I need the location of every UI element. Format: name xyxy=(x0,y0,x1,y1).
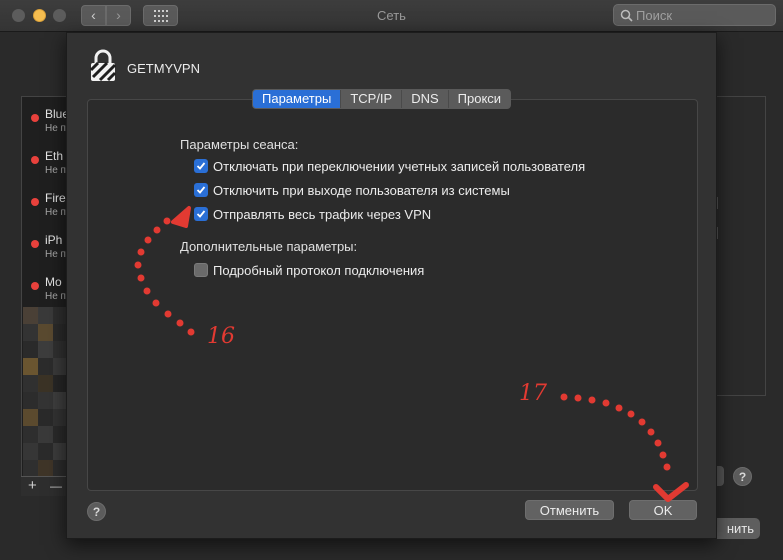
disconnect-on-user-switch-option[interactable]: Отключать при переключении учетных запис… xyxy=(194,158,585,174)
step-number-16: 16 xyxy=(207,324,235,349)
title-bar: ‹ › Сеть xyxy=(0,0,783,32)
checkmark-icon xyxy=(196,186,206,194)
help-button[interactable]: ? xyxy=(87,502,106,521)
service-list[interactable]: Blue Не п Eth Не п Fire Не п iPh Не п Mo… xyxy=(21,96,68,496)
service-item[interactable]: Mo Не п xyxy=(22,269,68,311)
list-toolbar: + — xyxy=(21,476,68,496)
background-button-edge xyxy=(716,466,724,486)
send-all-traffic-option[interactable]: Отправлять весь трафик через VPN xyxy=(194,206,431,222)
status-dot xyxy=(31,114,39,122)
status-dot xyxy=(31,240,39,248)
tab-bar: Параметры TCP/IP DNS Прокси xyxy=(252,89,512,109)
tab-options[interactable]: Параметры xyxy=(253,90,341,108)
remove-service-button[interactable]: — xyxy=(50,479,62,493)
checkbox-checked[interactable] xyxy=(194,183,208,197)
status-dot xyxy=(31,198,39,206)
ok-button[interactable]: OK xyxy=(629,500,697,520)
vpn-settings-sheet: GETMYVPN Параметры TCP/IP DNS Прокси Пар… xyxy=(66,32,717,539)
checkbox-unchecked[interactable] xyxy=(194,263,208,277)
tab-proxy[interactable]: Прокси xyxy=(447,90,511,108)
service-item[interactable]: Fire Не п xyxy=(22,185,68,227)
pixelated-area xyxy=(23,307,68,477)
session-options-header: Параметры сеанса: xyxy=(180,137,299,152)
service-item[interactable]: iPh Не п xyxy=(22,227,68,269)
advanced-options-header: Дополнительные параметры: xyxy=(180,239,358,254)
search-input[interactable] xyxy=(636,7,771,23)
disconnect-on-logout-option[interactable]: Отключить при выходе пользователя из сис… xyxy=(194,182,510,198)
help-button-background[interactable]: ? xyxy=(733,467,752,486)
status-dot xyxy=(31,282,39,290)
background-panel-edge xyxy=(716,96,766,396)
checkmark-icon xyxy=(196,162,206,170)
vpn-service-name: GETMYVPN xyxy=(127,61,200,76)
option-label: Подробный протокол подключения xyxy=(213,262,425,278)
tab-tcpip[interactable]: TCP/IP xyxy=(340,90,402,108)
search-field[interactable] xyxy=(613,4,776,26)
option-label: Отключать при переключении учетных запис… xyxy=(213,158,586,174)
apply-button[interactable]: нить xyxy=(716,518,760,539)
verbose-logging-option[interactable]: Подробный протокол подключения xyxy=(194,262,424,278)
status-dot xyxy=(31,156,39,164)
option-label: Отправлять весь трафик через VPN xyxy=(213,206,432,222)
search-icon xyxy=(620,9,633,22)
add-service-button[interactable]: + xyxy=(28,477,37,494)
option-label: Отключить при выходе пользователя из сис… xyxy=(213,182,510,198)
checkmark-icon xyxy=(196,210,206,218)
checkbox-checked[interactable] xyxy=(194,159,208,173)
service-item[interactable]: Blue Не п xyxy=(22,101,68,143)
service-item[interactable]: Eth Не п xyxy=(22,143,68,185)
cancel-button[interactable]: Отменить xyxy=(525,500,614,520)
step-number-17: 17 xyxy=(519,381,547,406)
vpn-lock-icon xyxy=(89,49,117,82)
checkbox-checked[interactable] xyxy=(194,207,208,221)
tab-dns[interactable]: DNS xyxy=(401,90,448,108)
